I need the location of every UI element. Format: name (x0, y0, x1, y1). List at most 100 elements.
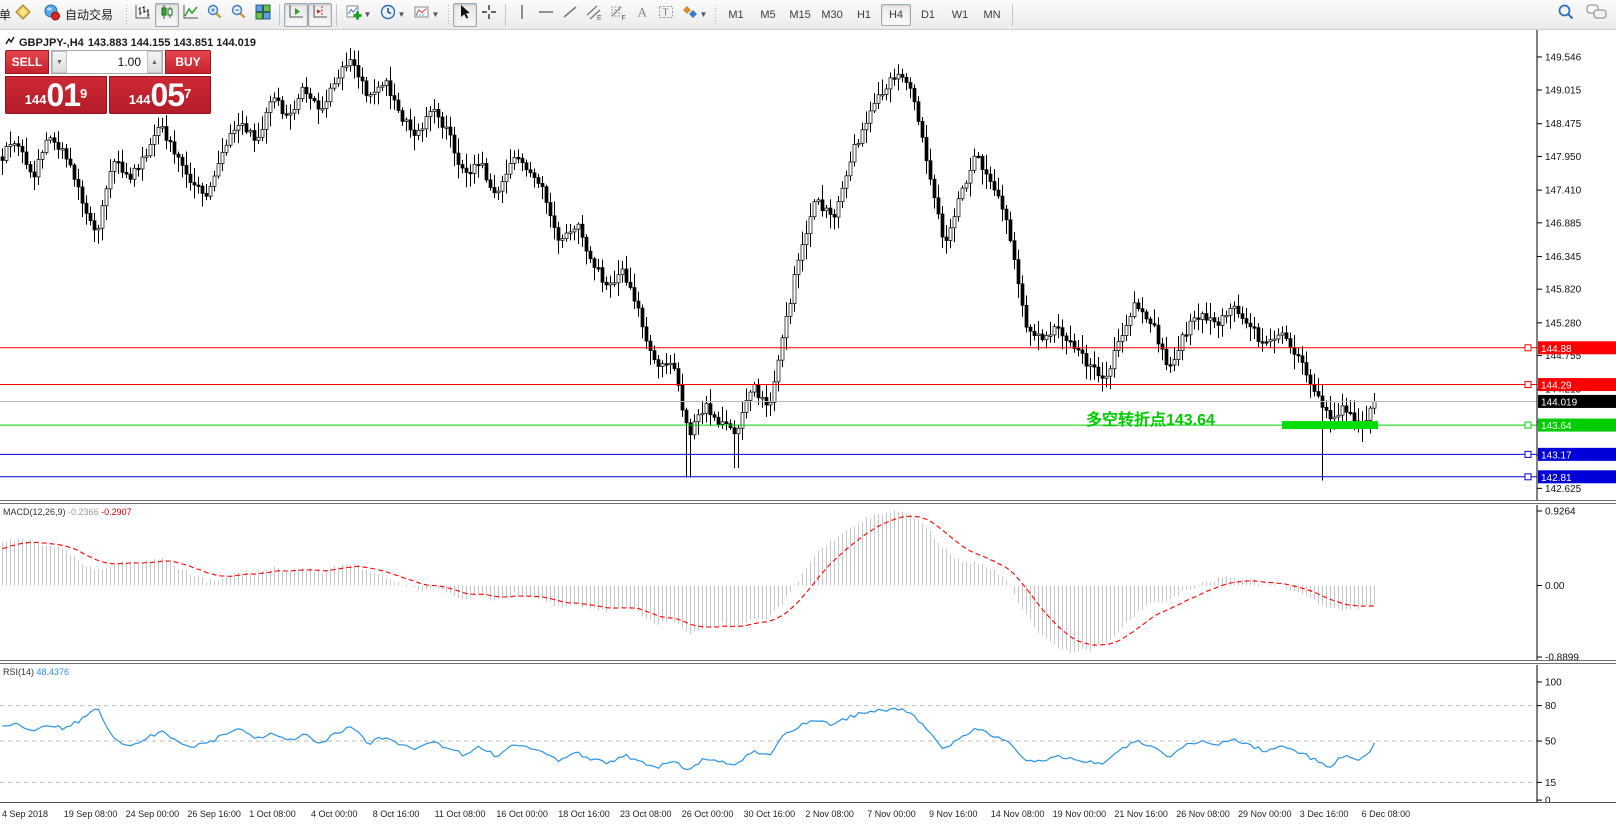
line-handle[interactable] (1525, 451, 1531, 457)
thick-line-segment[interactable] (1282, 421, 1378, 429)
candle-body (473, 164, 476, 173)
timeframe-button-m1[interactable]: M1 (721, 4, 751, 26)
candle-body (385, 81, 388, 86)
bid-big-figure: 144 (25, 90, 47, 110)
candle-body (409, 120, 412, 130)
timeframe-button-h4[interactable]: H4 (881, 4, 911, 26)
timeframe-button-d1[interactable]: D1 (913, 4, 943, 26)
candle-body (805, 234, 808, 245)
arrows-dropdown[interactable]: ▼ (678, 3, 710, 27)
new-order-button[interactable] (11, 3, 35, 27)
time-label: 26 Sep 16:00 (187, 809, 241, 819)
bar-chart-button[interactable] (131, 3, 155, 27)
rsi-pane[interactable]: 1008050150 RSI(14) 48.4376 (0, 665, 1616, 803)
ask-price-display[interactable]: 144057 (109, 76, 211, 114)
macd-pane[interactable]: 0.92640.00-0.8899 MACD(12,26,9) -0.2366 … (0, 505, 1616, 661)
volume-value[interactable]: 1.00 (67, 51, 147, 73)
volume-decrease-button[interactable]: ▼ (52, 51, 67, 73)
zoom-out-button[interactable] (227, 3, 251, 27)
candle-body (949, 228, 952, 241)
candle-body (1029, 327, 1032, 331)
timeframe-button-h1[interactable]: H1 (849, 4, 879, 26)
candle-body (1129, 317, 1132, 326)
candle-body (1173, 360, 1176, 365)
candlestick-button[interactable] (155, 3, 179, 27)
time-label: 18 Oct 16:00 (558, 809, 610, 819)
chart-annotation-text[interactable]: 多空转折点143.64 (1086, 406, 1215, 430)
timeframe-button-mn[interactable]: MN (977, 4, 1007, 26)
cursor-button[interactable] (453, 3, 477, 27)
line-handle[interactable] (1525, 474, 1531, 480)
search-icon[interactable] (1556, 2, 1576, 27)
zoom-in-button[interactable] (203, 3, 227, 27)
timeframe-button-m30[interactable]: M30 (817, 4, 847, 26)
pane-separator[interactable] (0, 500, 1616, 504)
toolbar-grip[interactable] (446, 5, 450, 25)
tile-windows-button[interactable] (251, 3, 275, 27)
toolbar-grip[interactable] (124, 5, 128, 25)
candle-body (1033, 331, 1036, 335)
channel-button[interactable]: E (582, 3, 606, 27)
candle-body (973, 156, 976, 170)
fibonacci-button[interactable]: F (606, 3, 630, 27)
price-tick-label: 149.015 (1545, 86, 1582, 97)
horizontal-line-button[interactable] (534, 3, 558, 27)
rsi-tick-label: 80 (1545, 701, 1557, 712)
main-chart-pane[interactable]: 149.546149.015148.475147.950147.410146.8… (0, 30, 1616, 503)
timeframe-button-w1[interactable]: W1 (945, 4, 975, 26)
bid-price-display[interactable]: 144019 (5, 76, 107, 114)
new-order-label-clipped[interactable]: 单 (0, 6, 11, 23)
text-button[interactable]: A (630, 3, 654, 27)
candle-body (1045, 335, 1048, 339)
chat-icon[interactable] (1586, 2, 1608, 27)
pane-separator[interactable] (0, 660, 1616, 664)
candle-body (201, 186, 204, 193)
macd-chart[interactable]: 0.92640.00-0.8899 (0, 505, 1616, 661)
indicators-dropdown[interactable]: ▼ (341, 3, 375, 27)
line-handle[interactable] (1525, 382, 1531, 388)
candle-body (177, 154, 180, 157)
candle-body (1293, 347, 1296, 354)
macd-signal-value: -0.2907 (101, 507, 132, 517)
candle-body (273, 98, 276, 102)
timeframe-button-m5[interactable]: M5 (753, 4, 783, 26)
auto-scroll-button[interactable] (284, 3, 308, 27)
periods-dropdown[interactable]: ▼ (375, 3, 409, 27)
autotrading-button[interactable]: 自动交易 (35, 3, 121, 27)
candle-body (285, 114, 288, 116)
timeframe-button-m15[interactable]: M15 (785, 4, 815, 26)
candle-body (657, 360, 660, 367)
candle-body (901, 74, 904, 77)
candlestick-chart[interactable]: 149.546149.015148.475147.950147.410146.8… (0, 30, 1616, 503)
buy-button[interactable]: BUY (165, 50, 211, 74)
candle-body (393, 96, 396, 101)
line-handle[interactable] (1525, 345, 1531, 351)
trendline-icon (561, 3, 579, 26)
volume-increase-button[interactable]: ▲ (147, 51, 162, 73)
candle-body (537, 178, 540, 184)
text-label-button[interactable]: T (654, 3, 678, 27)
candle-body (641, 308, 644, 327)
candle-body (701, 413, 704, 415)
candle-body (1069, 341, 1072, 343)
toolbar-grip[interactable] (713, 5, 717, 25)
crosshair-button[interactable] (477, 3, 501, 27)
horizontal-line-icon (537, 3, 555, 26)
time-label: 1 Oct 08:00 (249, 809, 296, 819)
candle-body (613, 283, 616, 285)
sell-button[interactable]: SELL (5, 50, 49, 74)
candle-body (745, 400, 748, 412)
templates-dropdown[interactable]: ▼ (409, 3, 443, 27)
chart-shift-button[interactable] (308, 3, 332, 27)
time-axis[interactable]: 4 Sep 201819 Sep 08:0024 Sep 00:0026 Sep… (0, 803, 1616, 824)
rsi-chart[interactable]: 1008050150 (0, 665, 1616, 803)
line-chart-button[interactable] (179, 3, 203, 27)
candle-body (465, 168, 468, 172)
vertical-line-button[interactable] (510, 3, 534, 27)
trendline-button[interactable] (558, 3, 582, 27)
candle-body (1373, 401, 1376, 408)
candle-body (665, 364, 668, 366)
candle-body (769, 402, 772, 405)
line-handle[interactable] (1525, 422, 1531, 428)
candle-body (1221, 316, 1224, 326)
